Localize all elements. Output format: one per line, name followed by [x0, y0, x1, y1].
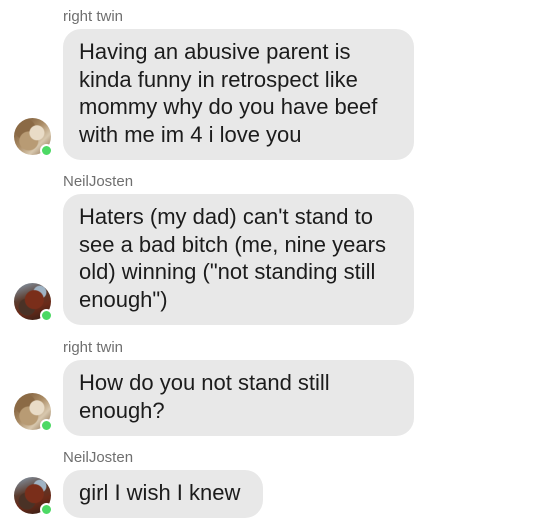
sender-name[interactable]: NeilJosten: [63, 173, 133, 190]
online-status-icon: [40, 419, 53, 432]
online-status-icon: [40, 309, 53, 322]
sender-name[interactable]: NeilJosten: [63, 449, 133, 466]
avatar[interactable]: [14, 283, 53, 322]
message-bubble[interactable]: girl I wish I knew: [63, 470, 263, 518]
sender-name[interactable]: right twin: [63, 339, 123, 356]
message-bubble[interactable]: How do you not stand still enough?: [63, 360, 414, 436]
online-status-icon: [40, 503, 53, 516]
message-bubble[interactable]: Having an abusive parent is kinda funny …: [63, 29, 414, 160]
avatar[interactable]: [14, 118, 53, 157]
avatar[interactable]: [14, 477, 53, 516]
online-status-icon: [40, 144, 53, 157]
avatar[interactable]: [14, 393, 53, 432]
message-bubble[interactable]: Haters (my dad) can't stand to see a bad…: [63, 194, 414, 325]
sender-name[interactable]: right twin: [63, 8, 123, 25]
